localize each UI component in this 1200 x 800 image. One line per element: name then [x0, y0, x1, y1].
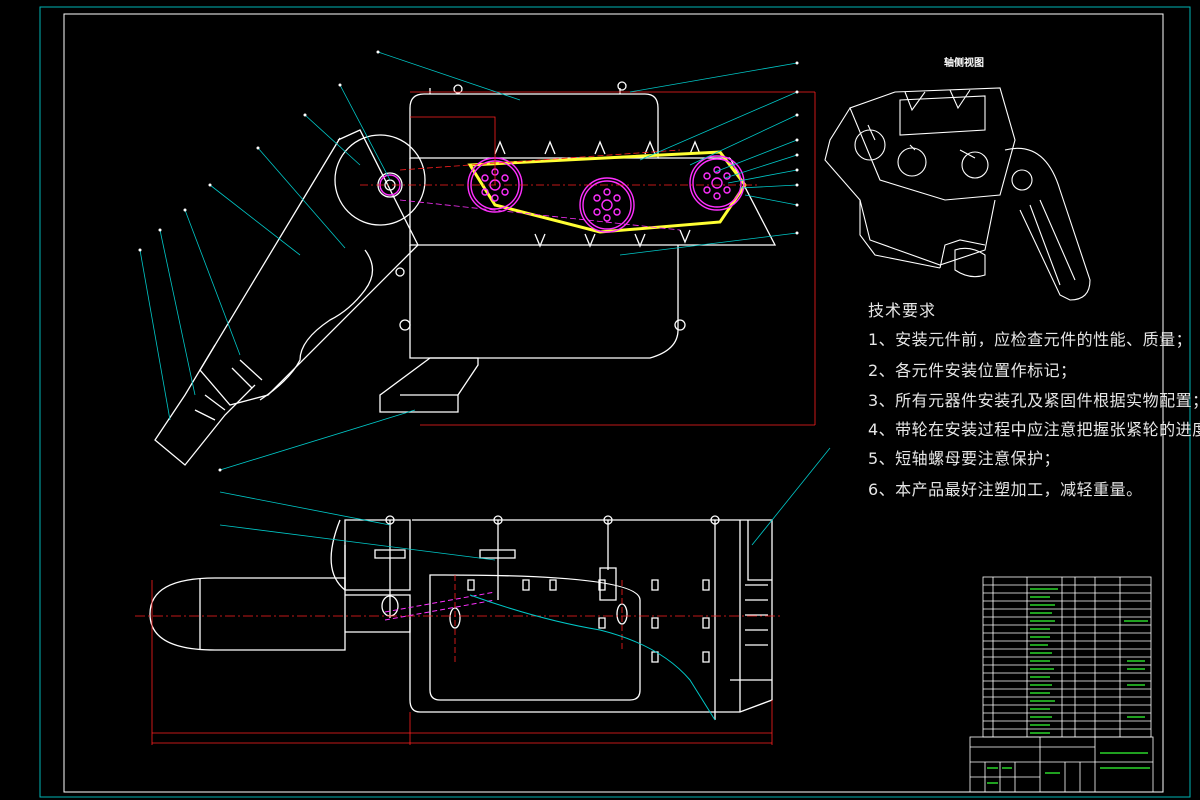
top-view-leaders: [219, 447, 831, 561]
tech-requirement-item: 6、本产品最好注塑加工，减轻重量。: [868, 480, 1143, 499]
top-view-section-curve: [469, 594, 716, 721]
top-view: [149, 515, 773, 720]
front-view-dimensions: [360, 91, 816, 426]
front-view: [154, 81, 777, 466]
bom-table-fill-marks: [987, 588, 1150, 784]
tech-requirement-item: 2、各元件安装位置作标记；: [868, 361, 1077, 380]
tech-requirements-title: 技术要求: [868, 301, 937, 320]
tech-requirement-item: 4、带轮在安装过程中应注意把握张紧轮的进度；: [868, 420, 1200, 439]
isometric-view: [824, 87, 1091, 301]
tech-requirement-item: 3、所有元器件安装孔及紧固件根据实物配置；: [868, 391, 1200, 410]
front-view-leader-dots: [138, 50, 799, 472]
front-view-leaders: [139, 51, 798, 471]
isometric-view-title: 轴侧视图: [944, 58, 984, 69]
tech-requirement-item: 1、安装元件前，应检查元件的性能、质量；: [868, 330, 1193, 349]
tech-requirement-item: 5、短轴螺母要注意保护；: [868, 449, 1061, 468]
top-view-centerlines: [135, 575, 780, 745]
bom-table: [969, 576, 1154, 793]
